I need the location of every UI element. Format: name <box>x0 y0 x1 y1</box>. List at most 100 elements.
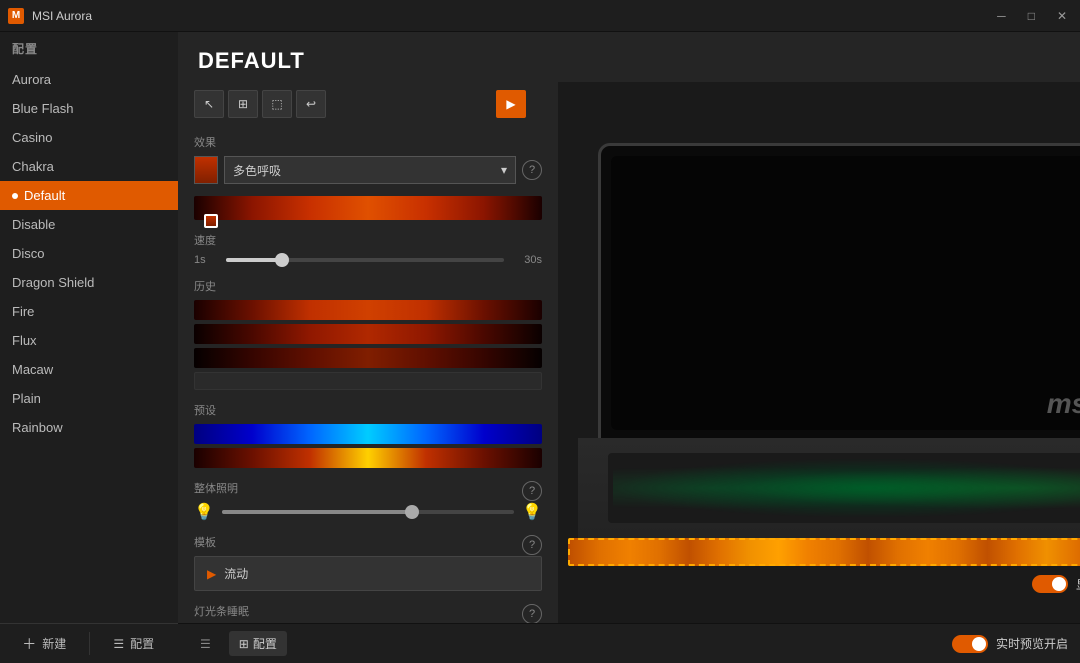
sidebar-item-chakra[interactable]: Chakra <box>0 152 178 181</box>
effect-section: 效果 多色呼吸 ▾ ? <box>194 134 542 184</box>
controls-panel: ↖ ⊞ ⬚ ↩ ▶ 效果 多色呼吸 ▾ ? <box>178 82 558 623</box>
history-section: 历史 <box>194 278 542 390</box>
window-controls: ─ □ ✕ <box>992 7 1072 25</box>
bulb-dim-icon: 💡 <box>194 502 214 522</box>
history-item-4[interactable] <box>194 372 542 390</box>
sidebar-item-rainbow[interactable]: Rainbow <box>0 413 178 442</box>
speed-min-label: 1s <box>194 254 218 266</box>
gradient-handle[interactable] <box>204 214 218 228</box>
sidebar-item-disco[interactable]: Disco <box>0 239 178 268</box>
sidebar-item-fire[interactable]: Fire <box>0 297 178 326</box>
color-swatch[interactable] <box>194 156 218 184</box>
sidebar-item-dragon-shield[interactable]: Dragon Shield <box>0 268 178 297</box>
effect-value: 多色呼吸 <box>233 162 281 179</box>
plus-icon: ＋ <box>22 634 36 654</box>
sidebar-item-label: Blue Flash <box>12 101 73 116</box>
history-grid <box>194 300 542 390</box>
new-button[interactable]: ＋ 新建 <box>0 624 89 663</box>
layout-icon: ☰ <box>200 637 211 651</box>
grid-tool-button[interactable]: ⊞ <box>228 90 258 118</box>
laptop-preview: msi <box>578 143 1080 563</box>
config-icon: ☰ <box>113 637 124 651</box>
speed-section: 速度 1s 30s <box>194 232 542 266</box>
app-title: MSI Aurora <box>32 9 92 23</box>
preset-item-1[interactable] <box>194 424 542 444</box>
history-item-2[interactable] <box>194 324 542 344</box>
speed-slider-thumb[interactable] <box>275 253 289 267</box>
template-play-icon: ▶ <box>207 567 216 581</box>
speed-slider-fill <box>226 258 282 262</box>
app-icon: M <box>8 8 24 24</box>
content-body: ↖ ⊞ ⬚ ↩ ▶ 效果 多色呼吸 ▾ ? <box>178 82 1080 623</box>
play-button[interactable]: ▶ <box>496 90 526 118</box>
sidebar: 配置 Aurora Blue Flash Casino Chakra Defau… <box>0 32 178 663</box>
effect-row: 多色呼吸 ▾ ? <box>194 156 542 184</box>
lighting-slider-fill <box>222 510 412 514</box>
status-tab-layout[interactable]: ☰ <box>190 633 221 655</box>
sidebar-item-macaw[interactable]: Macaw <box>0 355 178 384</box>
status-tab-config[interactable]: ⊞ 配置 <box>229 631 287 656</box>
sidebar-item-disable[interactable]: Disable <box>0 210 178 239</box>
lighting-slider-track[interactable] <box>222 510 514 514</box>
sidebar-item-label: Aurora <box>12 72 51 87</box>
status-right: 实时预览开启 <box>952 635 1068 653</box>
sleep-section: 灯光条睡眠 ? 盖子关上, 关闭灯光条, <box>194 603 542 623</box>
history-item-1[interactable] <box>194 300 542 320</box>
gradient-bar[interactable] <box>194 196 542 220</box>
template-help-button[interactable]: ? <box>522 535 542 555</box>
lighting-slider-thumb[interactable] <box>405 505 419 519</box>
minimize-button[interactable]: ─ <box>992 7 1011 25</box>
titlebar: M MSI Aurora ─ □ ✕ <box>0 0 1080 32</box>
page-title: DEFAULT <box>178 32 1080 82</box>
sidebar-item-flux[interactable]: Flux <box>0 326 178 355</box>
effect-dropdown[interactable]: 多色呼吸 ▾ <box>224 156 516 184</box>
template-button[interactable]: ▶ 流动 <box>194 556 542 591</box>
undo-button[interactable]: ↩ <box>296 90 326 118</box>
sidebar-item-blue-flash[interactable]: Blue Flash <box>0 94 178 123</box>
sidebar-item-aurora[interactable]: Aurora <box>0 65 178 94</box>
toggle-knob <box>1052 577 1066 591</box>
history-label: 历史 <box>194 278 542 294</box>
gradient-section <box>194 196 542 220</box>
speed-slider-row: 1s 30s <box>194 254 542 266</box>
close-button[interactable]: ✕ <box>1052 7 1072 25</box>
sleep-help-button[interactable]: ? <box>522 604 542 623</box>
preview-panel: msi 显示区域指导 <box>558 82 1080 623</box>
template-btn-label: 流动 <box>224 565 248 582</box>
status-bar: ☰ ⊞ 配置 实时预览开启 <box>178 623 1080 663</box>
config-button[interactable]: ☰ 配置 <box>90 624 179 663</box>
preset-item-2[interactable] <box>194 448 542 468</box>
lighting-section: 整体照明 ? 💡 💡 <box>194 480 542 522</box>
sidebar-item-label: Dragon Shield <box>12 275 94 290</box>
status-tab-label: 配置 <box>253 635 277 652</box>
speed-label: 速度 <box>194 232 542 248</box>
sidebar-item-casino[interactable]: Casino <box>0 123 178 152</box>
preview-toggle-switch[interactable] <box>952 635 988 653</box>
sidebar-item-plain[interactable]: Plain <box>0 384 178 413</box>
config-icon: ⊞ <box>239 637 249 651</box>
cursor-tool-button[interactable]: ↖ <box>194 90 224 118</box>
effect-help-button[interactable]: ? <box>522 160 542 180</box>
sidebar-item-label: Disco <box>12 246 45 261</box>
template-label: 模板 <box>194 534 216 550</box>
select-tool-button[interactable]: ⬚ <box>262 90 292 118</box>
sidebar-item-default[interactable]: Default <box>0 181 178 210</box>
lighting-label: 整体照明 <box>194 480 238 496</box>
main-layout: 配置 Aurora Blue Flash Casino Chakra Defau… <box>0 32 1080 663</box>
laptop-screen: msi <box>598 143 1080 443</box>
toolbar: ↖ ⊞ ⬚ ↩ ▶ <box>194 82 542 126</box>
maximize-button[interactable]: □ <box>1023 7 1040 25</box>
display-guide-toggle[interactable] <box>1032 575 1068 593</box>
speed-max-label: 30s <box>512 254 542 266</box>
dropdown-arrow-icon: ▾ <box>501 163 507 177</box>
sidebar-item-label: Disable <box>12 217 55 232</box>
sidebar-item-label: Plain <box>12 391 41 406</box>
speed-slider-track[interactable] <box>226 258 504 262</box>
preview-toggle: 实时预览开启 <box>952 635 1068 653</box>
sidebar-item-label: Macaw <box>12 362 53 377</box>
lighting-help-button[interactable]: ? <box>522 481 542 501</box>
underglow-bar[interactable] <box>568 538 1080 566</box>
new-label: 新建 <box>42 635 66 652</box>
history-item-3[interactable] <box>194 348 542 368</box>
config-label: 配置 <box>130 635 154 652</box>
